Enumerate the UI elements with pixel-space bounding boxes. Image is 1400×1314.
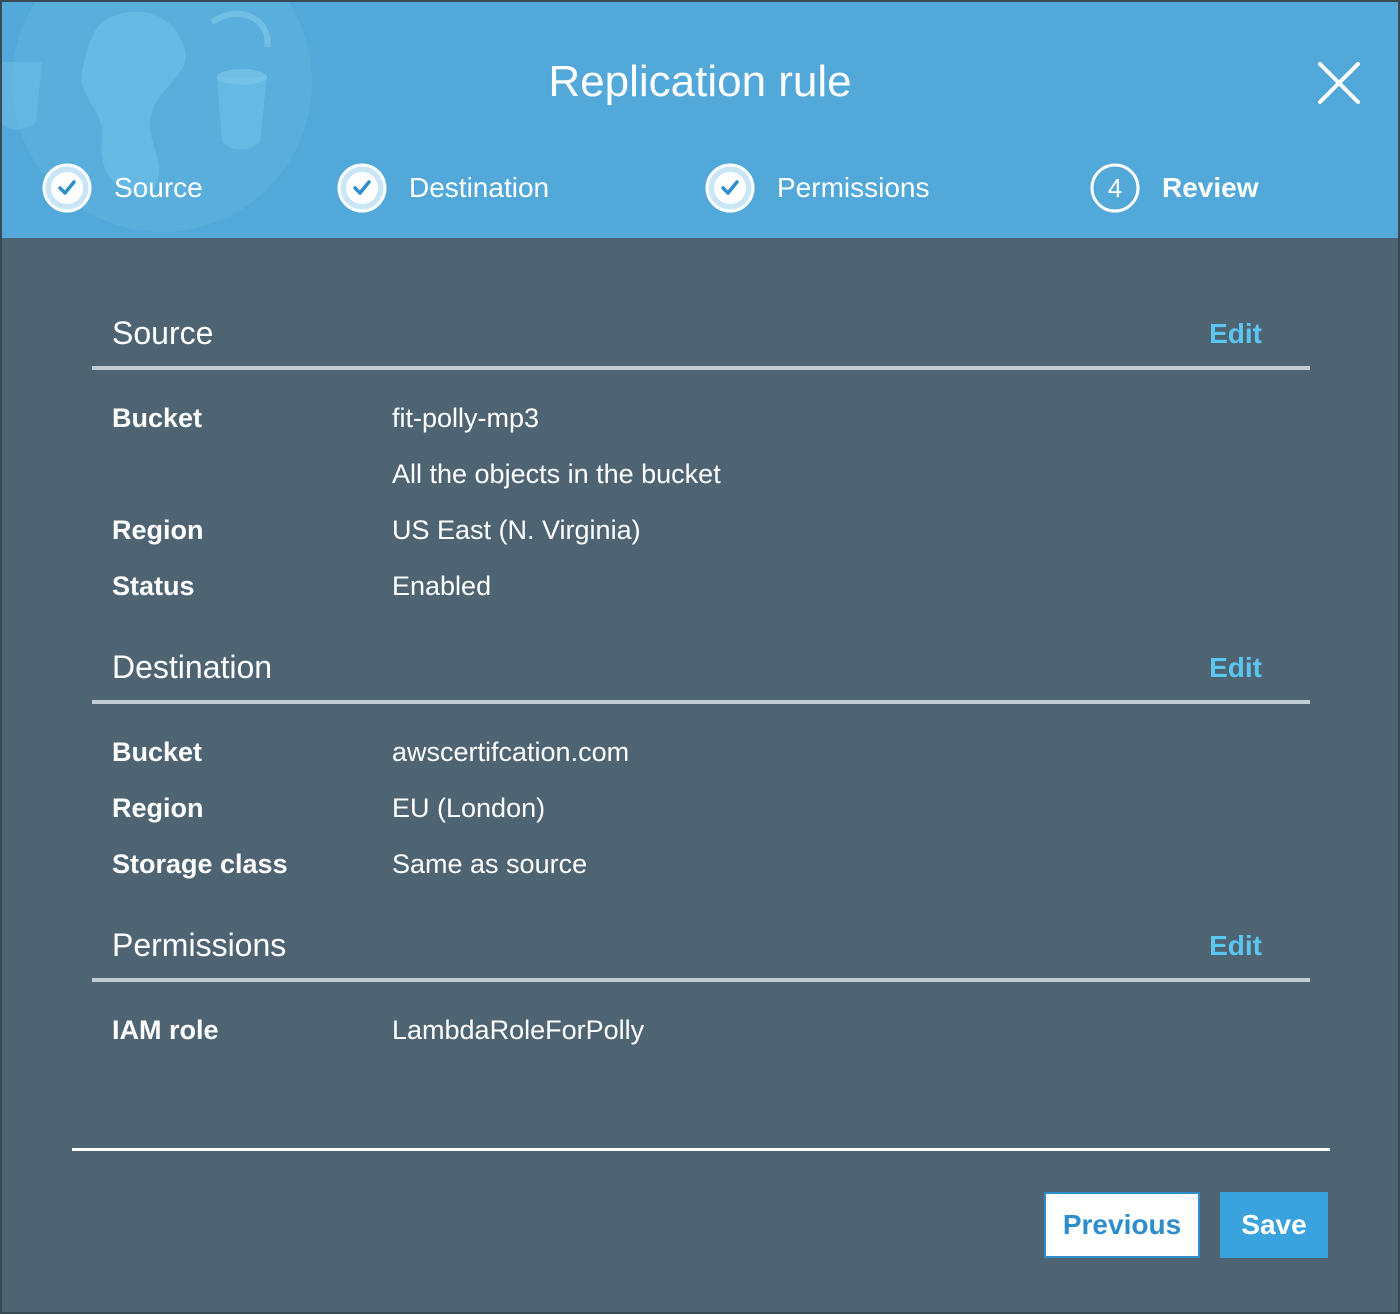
detail-value: Same as source [392, 849, 588, 879]
detail-key: Bucket [112, 737, 203, 767]
detail-key: Status [112, 571, 195, 601]
detail-row: Status Enabled [112, 566, 1292, 606]
section-title: Permissions [112, 927, 287, 963]
save-button[interactable]: Save [1220, 1192, 1328, 1258]
destination-section-header: Destination Edit [92, 636, 1310, 704]
detail-row: Region US East (N. Virginia) [112, 510, 1292, 550]
section-title: Source [112, 315, 214, 351]
footer-divider [72, 1148, 1330, 1151]
destination-edit-link[interactable]: Edit [1209, 652, 1262, 684]
detail-row: All the objects in the bucket [112, 454, 1292, 494]
detail-row: Bucket awscertifcation.com [112, 732, 1292, 772]
detail-row: Bucket fit-polly-mp3 [112, 398, 1292, 438]
detail-key: Bucket [112, 403, 203, 433]
source-section-header: Source Edit [92, 302, 1310, 370]
close-button[interactable] [1316, 60, 1362, 106]
step-label: Destination [409, 172, 550, 203]
step-source[interactable]: Source [42, 160, 203, 216]
permissions-section-header: Permissions Edit [92, 914, 1310, 982]
previous-button[interactable]: Previous [1044, 1192, 1200, 1258]
permissions-edit-link[interactable]: Edit [1209, 930, 1262, 962]
section-title: Destination [112, 649, 273, 685]
check-circle-icon [337, 163, 387, 213]
step-label: Source [114, 172, 203, 203]
step-number-icon: 4 [1090, 163, 1140, 213]
dialog-title: Replication rule [548, 57, 852, 106]
detail-value: Enabled [392, 571, 492, 601]
detail-value: All the objects in the bucket [392, 459, 721, 489]
replication-rule-dialog: Replication rule Source Destination Perm… [0, 0, 1400, 1314]
step-number: 4 [1108, 173, 1122, 203]
step-permissions[interactable]: Permissions [705, 160, 929, 216]
step-destination[interactable]: Destination [337, 160, 549, 216]
detail-value: LambdaRoleForPolly [392, 1015, 645, 1045]
dialog-header: Replication rule Source Destination Perm… [2, 2, 1398, 238]
detail-key: Region [112, 515, 204, 545]
detail-row: Storage class Same as source [112, 844, 1292, 884]
detail-key: Region [112, 793, 204, 823]
step-review[interactable]: 4 Review [1090, 160, 1259, 216]
detail-key: Storage class [112, 849, 288, 879]
detail-key: IAM role [112, 1015, 219, 1045]
step-label: Permissions [777, 172, 930, 203]
detail-value: awscertifcation.com [392, 737, 630, 767]
check-circle-icon [42, 163, 92, 213]
step-label: Review [1162, 172, 1259, 203]
detail-value: fit-polly-mp3 [392, 403, 540, 433]
source-edit-link[interactable]: Edit [1209, 318, 1262, 350]
detail-row: Region EU (London) [112, 788, 1292, 828]
check-circle-icon [705, 163, 755, 213]
detail-value: US East (N. Virginia) [392, 515, 641, 545]
detail-row: IAM role LambdaRoleForPolly [112, 1010, 1292, 1050]
close-icon [1318, 62, 1360, 104]
detail-value: EU (London) [392, 793, 546, 823]
